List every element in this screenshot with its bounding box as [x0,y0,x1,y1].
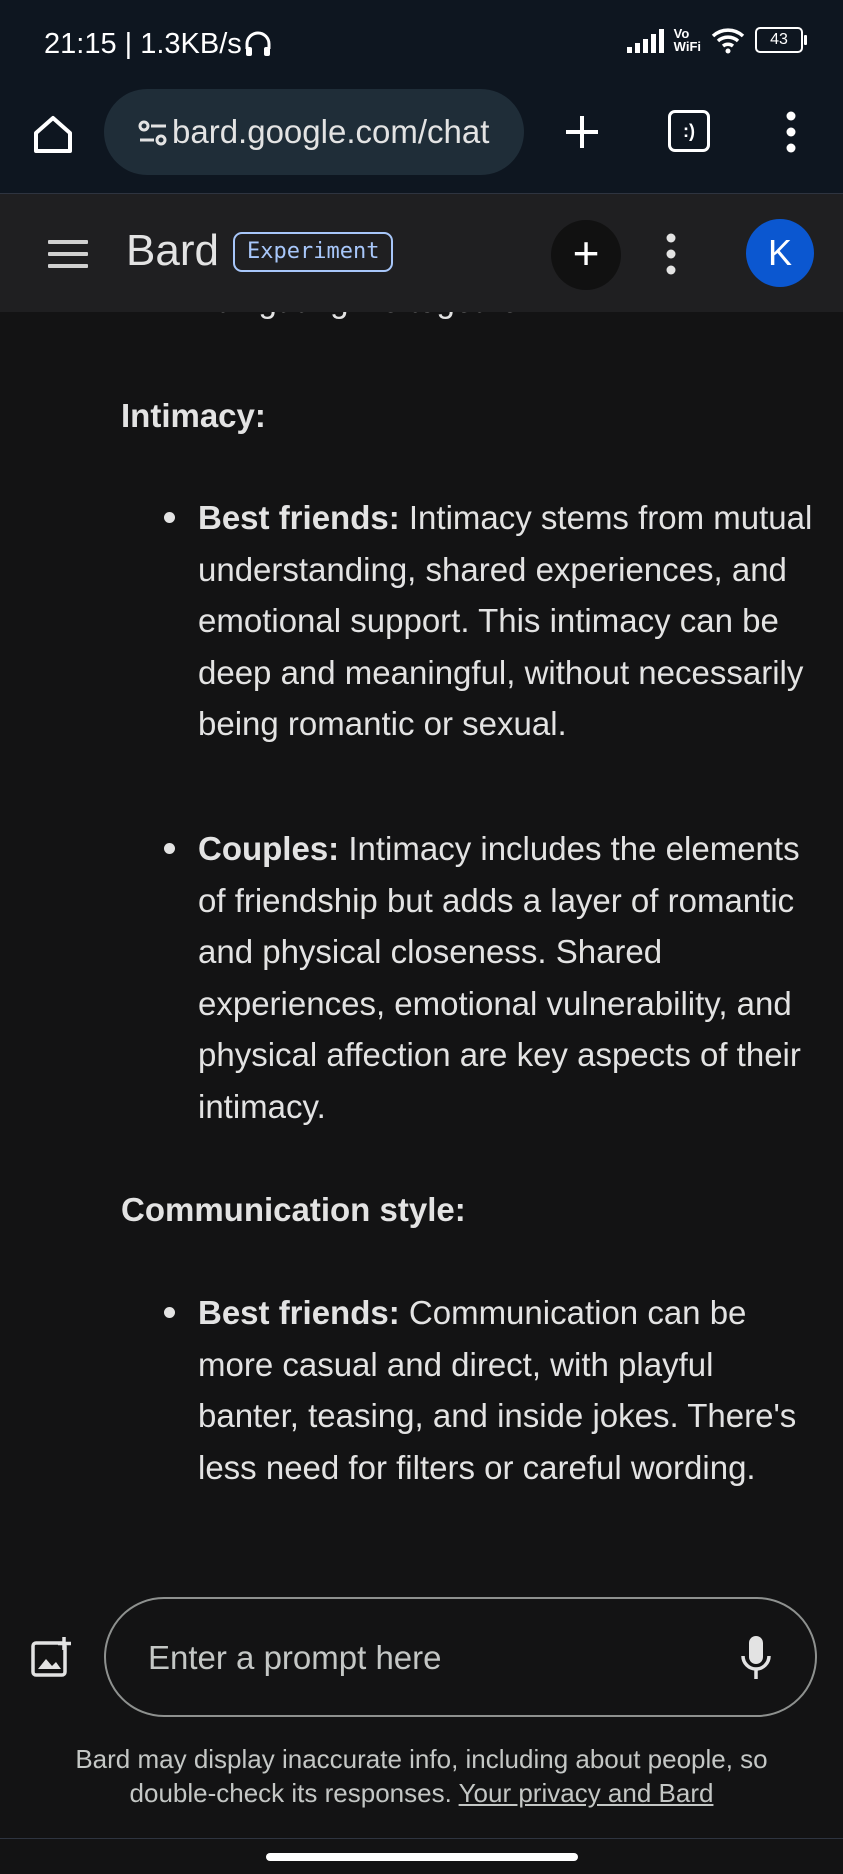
wifi-icon [711,28,745,54]
signal-icon [626,27,664,53]
chat-response: navigating life together. Intimacy: Best… [0,312,843,1587]
microphone-icon[interactable] [740,1634,772,1682]
url-text[interactable]: bard.google.com/chat [172,113,510,151]
battery-indicator: 43 [755,27,807,53]
status-bar: 21:15 | 1.3KB/s Vo WiFi 43 [0,0,843,92]
add-image-icon[interactable] [30,1636,72,1678]
new-chat-button[interactable]: + [551,220,621,290]
prompt-input[interactable] [146,1632,710,1684]
privacy-link[interactable]: Your privacy and Bard [459,1778,714,1808]
list-item-term: Best friends: [198,1294,400,1331]
status-time: 21:15 | 1.3KB/s [44,28,242,60]
site-settings-icon[interactable] [138,120,168,146]
list-item: Best friends: Intimacy stems from mutual… [164,492,818,750]
app-title: Bard [126,226,219,275]
list-item: Best friends: Communication can be more … [164,1287,818,1493]
vowifi-indicator: Vo WiFi [674,27,701,53]
more-vert-icon[interactable] [661,232,681,276]
wifi-label: WiFi [673,39,701,54]
bullet [164,1307,175,1318]
experiment-badge: Experiment [233,232,394,272]
bullet [164,843,175,854]
plus-icon[interactable] [562,112,602,152]
home-icon[interactable] [30,111,76,157]
list-item-term: Couples: [198,830,340,867]
bullet [164,512,175,523]
menu-icon[interactable] [48,240,88,268]
user-avatar[interactable]: K [746,219,814,287]
list-item: Couples: Intimacy includes the elements … [164,823,818,1132]
more-vert-icon[interactable] [780,110,802,154]
section-heading: Communication style: [121,1191,466,1228]
partial-text-line: navigating life together. [198,312,537,320]
list-item-term: Best friends: [198,499,400,536]
disclaimer: Bard may display inaccurate info, includ… [40,1742,803,1810]
gesture-handle[interactable] [266,1853,578,1861]
status-icons: Vo WiFi 43 [626,26,807,54]
list-item-text: Intimacy includes the elements of friend… [198,830,801,1125]
tabs-icon[interactable]: :) [668,110,710,152]
section-heading: Intimacy: [121,397,266,434]
headset-icon [245,31,271,56]
